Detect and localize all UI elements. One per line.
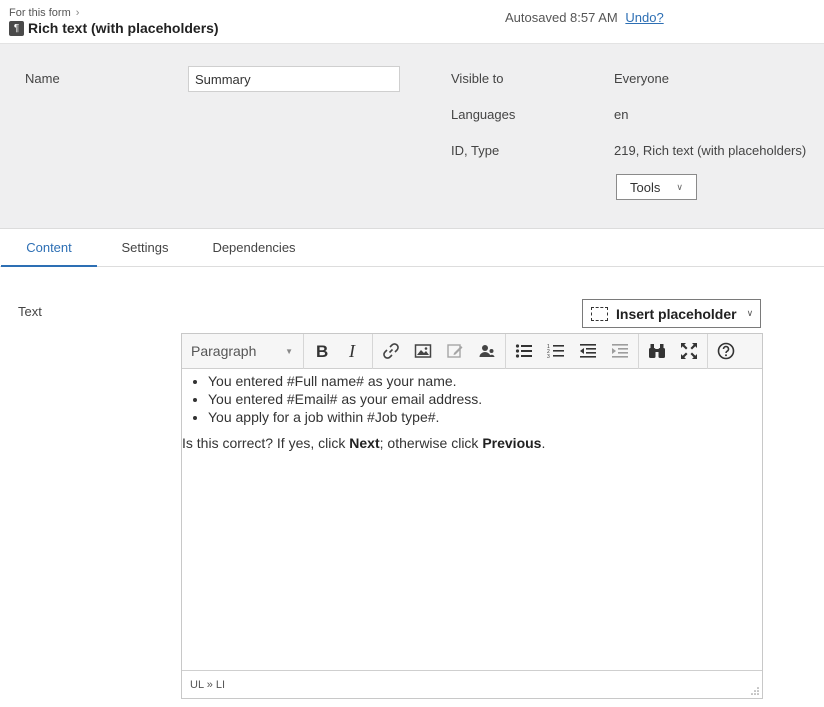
tab-bar: Content Settings Dependencies: [0, 229, 824, 267]
paragraph-text: ; otherwise click: [379, 435, 483, 451]
breadcrumb-label[interactable]: For this form: [9, 7, 71, 19]
name-label: Name: [25, 71, 60, 86]
link-icon: [383, 343, 399, 359]
outdent-button[interactable]: [572, 334, 604, 369]
title-row: ¶ Rich text (with placeholders): [9, 20, 219, 36]
italic-icon: I: [348, 343, 356, 359]
bulleted-list-button[interactable]: [508, 334, 540, 369]
previous-bold-text: Previous: [482, 435, 542, 451]
chevron-down-icon: ∨: [676, 181, 683, 192]
fullscreen-icon: [681, 343, 697, 359]
format-select[interactable]: Paragraph ▼: [182, 333, 304, 369]
caret-down-icon: ▼: [285, 346, 293, 356]
help-icon: [717, 342, 735, 360]
bold-icon: B: [316, 343, 328, 359]
insert-placeholder-button[interactable]: Insert placeholder ∨: [582, 299, 761, 328]
page-title: Rich text (with placeholders): [28, 20, 219, 36]
editor-status-bar: UL » LI: [182, 670, 762, 698]
editor-toolbar: Paragraph ▼ B I 1 2 3: [182, 333, 762, 369]
tab-content[interactable]: Content: [1, 229, 97, 267]
undo-link[interactable]: Undo?: [625, 10, 663, 25]
id-type-label: ID, Type: [451, 143, 500, 158]
paragraph-text: .: [541, 435, 546, 451]
help-button[interactable]: [710, 334, 742, 369]
properties-panel: Name Visible to Everyone Languages en ID…: [0, 44, 824, 229]
edit-button[interactable]: [439, 334, 471, 369]
tab-dependencies[interactable]: Dependencies: [203, 229, 305, 267]
format-select-value: Paragraph: [191, 343, 257, 359]
languages-label: Languages: [451, 107, 516, 122]
insert-person-button[interactable]: [471, 334, 503, 369]
paragraph-icon: ¶: [9, 20, 24, 36]
list-item: You apply for a job within #Job type#.: [208, 408, 762, 426]
languages-value: en: [614, 107, 629, 122]
fullscreen-button[interactable]: [673, 334, 705, 369]
text-field-label: Text: [18, 304, 42, 319]
rich-text-editor: Paragraph ▼ B I 1 2 3 • You entered #Ful…: [181, 333, 763, 699]
paragraph-text: Is this correct? If yes, click: [182, 435, 350, 451]
element-path[interactable]: UL » LI: [190, 679, 225, 691]
numbered-list-icon: 123: [547, 344, 564, 359]
list-item: You entered #Full name# as your name.: [208, 372, 762, 390]
insert-placeholder-label: Insert placeholder: [616, 305, 737, 322]
image-icon: [414, 344, 432, 358]
svg-text:B: B: [316, 343, 328, 359]
numbered-list-button[interactable]: 123: [540, 334, 572, 369]
outdent-icon: [580, 344, 596, 358]
breadcrumb[interactable]: For this form ›: [9, 7, 79, 19]
edit-icon: [447, 344, 463, 358]
confirmation-paragraph: Is this correct? If yes, click Next; oth…: [182, 434, 762, 452]
tools-button[interactable]: Tools ∨: [616, 174, 697, 200]
person-icon: [479, 345, 495, 357]
visible-to-label: Visible to: [451, 71, 504, 86]
autosave-text: Autosaved 8:57 AM: [505, 10, 618, 25]
find-icon: [649, 344, 665, 358]
image-button[interactable]: [407, 334, 439, 369]
placeholder-icon: [591, 306, 608, 321]
bulleted-list: You entered #Full name# as your name. Yo…: [208, 372, 762, 426]
chevron-down-icon: ∨: [746, 308, 754, 318]
bold-button[interactable]: B: [306, 334, 338, 369]
chevron-right-icon: ›: [75, 7, 80, 19]
autosave-status: Autosaved 8:57 AM Undo?: [505, 10, 664, 25]
toolbar-group-text: B I: [304, 333, 373, 369]
indent-icon: [612, 344, 628, 358]
visible-to-value: Everyone: [614, 71, 669, 86]
find-button[interactable]: [641, 334, 673, 369]
svg-text:I: I: [348, 343, 356, 359]
id-type-value: 219, Rich text (with placeholders): [614, 143, 807, 158]
next-bold-text: Next: [349, 435, 380, 451]
indent-button[interactable]: [604, 334, 636, 369]
list-item: You entered #Email# as your email addres…: [208, 390, 762, 408]
resize-handle-icon[interactable]: [750, 686, 759, 695]
svg-text:3: 3: [547, 354, 550, 359]
tab-settings[interactable]: Settings: [110, 229, 180, 267]
toolbar-group-view: [639, 333, 708, 369]
italic-button[interactable]: I: [338, 334, 370, 369]
tools-label: Tools: [630, 179, 661, 195]
toolbar-group-insert: [373, 333, 506, 369]
editor-content[interactable]: You entered #Full name# as your name. Yo…: [182, 370, 762, 452]
top-bar: For this form › ¶ Rich text (with placeh…: [0, 0, 824, 44]
toolbar-group-lists: 123: [506, 333, 639, 369]
bulleted-list-icon: [515, 344, 532, 358]
link-button[interactable]: [375, 334, 407, 369]
toolbar-group-help: [708, 334, 744, 369]
name-input[interactable]: [188, 66, 400, 92]
